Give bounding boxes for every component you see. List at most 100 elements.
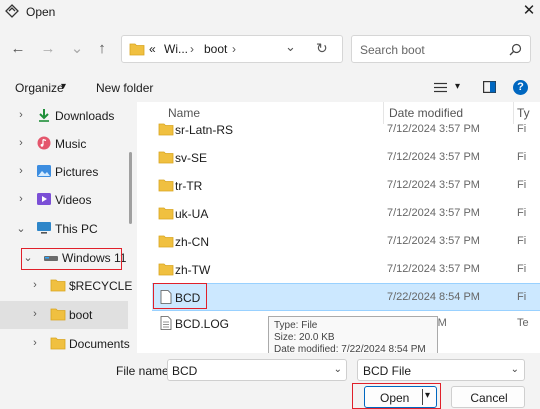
chevron-right-icon[interactable]: › — [30, 279, 40, 291]
help-icon[interactable]: ? — [513, 80, 528, 95]
computer-icon — [37, 222, 51, 234]
file-type-value: BCD File — [363, 364, 412, 378]
address-segment-boot[interactable]: boot — [204, 42, 227, 56]
file-row[interactable]: sr-Latn-RS 7/12/2024 3:57 PM Fi — [152, 116, 540, 144]
folder-icon — [129, 43, 145, 56]
chevron-right-icon[interactable]: › — [16, 165, 26, 177]
view-options-caret-icon[interactable]: ▾ — [455, 81, 460, 92]
chevron-down-icon[interactable]: ⌄ — [511, 364, 519, 375]
nav-item-boot[interactable]: › boot — [0, 301, 128, 329]
address-overflow[interactable]: « — [149, 42, 156, 56]
file-name-value[interactable]: BCD — [172, 364, 197, 378]
file-name-field[interactable]: BCD ⌄ — [167, 359, 347, 381]
nav-item-music[interactable]: › Music — [0, 130, 128, 158]
nav-item-videos[interactable]: › Videos — [0, 186, 128, 214]
nav-item-label: Pictures — [55, 165, 99, 179]
chevron-down-icon[interactable]: ▾ — [61, 81, 66, 92]
organize-button[interactable]: Organize — [15, 81, 64, 95]
cancel-button[interactable]: Cancel — [451, 386, 525, 408]
view-list-icon[interactable] — [434, 82, 447, 93]
file-type-select[interactable]: BCD File ⌄ — [357, 359, 525, 381]
nav-item-documents[interactable]: › Documents — [0, 330, 130, 353]
chevron-down-icon[interactable]: ⌄ — [16, 222, 26, 235]
chevron-down-icon[interactable]: ⌄ — [23, 251, 33, 264]
nav-item-recycle-bin[interactable]: › $RECYCLE.BIN — [0, 272, 132, 300]
file-name: sv-SE — [175, 151, 208, 165]
download-icon — [39, 109, 49, 122]
folder-icon — [158, 123, 174, 136]
file-row[interactable]: tr-TR 7/12/2024 3:57 PM Fi — [152, 172, 540, 200]
new-folder-button[interactable]: New folder — [96, 81, 153, 95]
chevron-right-icon[interactable]: › — [232, 42, 236, 56]
navigation-pane: › Downloads › Music › Pictures › Videos — [0, 102, 132, 353]
refresh-icon[interactable]: ↻ — [316, 40, 328, 57]
open-button-label: Open — [380, 391, 410, 405]
search-icon[interactable] — [509, 43, 522, 56]
open-button[interactable]: Open ▾ — [364, 386, 437, 408]
split-divider — [422, 389, 423, 405]
file-row[interactable]: uk-UA 7/12/2024 3:57 PM Fi — [152, 200, 540, 228]
videos-icon — [37, 193, 51, 205]
folder-icon — [158, 179, 174, 192]
nav-item-downloads[interactable]: › Downloads — [0, 102, 128, 130]
chevron-right-icon[interactable]: › — [16, 109, 26, 121]
file-type: Fi — [517, 151, 527, 163]
file-row[interactable]: sv-SE 7/12/2024 3:57 PM Fi — [152, 144, 540, 172]
preview-pane-icon[interactable] — [483, 81, 496, 93]
file-type: Te — [517, 317, 529, 329]
file-icon — [160, 290, 172, 304]
nav-item-label: Downloads — [55, 109, 115, 123]
chevron-right-icon[interactable]: › — [30, 337, 40, 349]
chevron-right-icon[interactable]: › — [190, 42, 194, 56]
forward-button[interactable]: → — [37, 38, 59, 60]
nav-item-label: Windows 11 — [62, 251, 127, 265]
nav-item-pictures[interactable]: › Pictures — [0, 158, 128, 186]
file-type: Fi — [517, 207, 527, 219]
file-row[interactable]: zh-CN 7/12/2024 3:57 PM Fi — [152, 228, 540, 256]
nav-item-this-pc[interactable]: ⌄ This PC — [0, 215, 128, 243]
file-name: tr-TR — [175, 179, 203, 193]
nav-item-windows-11[interactable]: ⌄ Windows 11 — [0, 244, 128, 272]
dropdown-recent-icon[interactable]: ⌄ — [66, 38, 88, 60]
back-button[interactable]: ← — [7, 38, 29, 60]
chevron-right-icon[interactable]: › — [16, 137, 26, 149]
music-icon — [37, 136, 51, 150]
address-dropdown-icon[interactable]: ⌄ — [285, 39, 296, 55]
folder-icon — [158, 207, 174, 220]
title-bar — [0, 0, 540, 24]
file-name-label: File name: — [116, 364, 173, 378]
file-date: 7/12/2024 3:57 PM — [387, 207, 480, 219]
file-type: Fi — [517, 263, 527, 275]
folder-icon — [50, 337, 66, 350]
up-button[interactable]: ↑ — [91, 38, 113, 60]
file-row[interactable]: zh-TW 7/12/2024 3:57 PM Fi — [152, 256, 540, 284]
folder-icon — [158, 263, 174, 276]
chevron-right-icon[interactable]: › — [30, 308, 40, 320]
folder-icon — [50, 308, 66, 321]
address-bar[interactable]: « Wi... › boot › ⌄ ↻ — [121, 35, 343, 63]
text-file-icon — [160, 316, 172, 330]
nav-item-label: boot — [69, 308, 93, 322]
file-name: zh-TW — [175, 263, 211, 277]
file-row-selected[interactable]: BCD 7/22/2024 8:54 PM Fi — [152, 283, 540, 311]
nav-scrollbar[interactable] — [129, 152, 132, 224]
file-date: 7/12/2024 3:57 PM — [387, 263, 480, 275]
chevron-right-icon[interactable]: › — [16, 193, 26, 205]
nav-item-label: Videos — [55, 193, 92, 207]
open-options-caret-icon[interactable]: ▾ — [425, 390, 430, 401]
nav-item-label: Documents — [69, 337, 130, 351]
file-date: 7/12/2024 3:57 PM — [387, 151, 480, 163]
file-name: sr-Latn-RS — [175, 123, 234, 137]
drive-icon — [44, 256, 58, 261]
tooltip-size: Size: 20.0 KB — [274, 332, 335, 343]
file-name: zh-CN — [175, 235, 210, 249]
file-date: 7/12/2024 3:57 PM — [387, 123, 480, 135]
file-date: 7/22/2024 8:54 PM — [387, 291, 480, 303]
search-box[interactable]: Search boot — [351, 35, 531, 63]
app-icon — [5, 4, 19, 18]
close-icon[interactable]: ✕ — [520, 2, 538, 20]
address-segment-drive[interactable]: Wi... — [164, 42, 188, 56]
nav-item-label: $RECYCLE.BIN — [69, 279, 132, 293]
search-input[interactable]: Search boot — [360, 43, 425, 57]
chevron-down-icon[interactable]: ⌄ — [334, 364, 342, 375]
